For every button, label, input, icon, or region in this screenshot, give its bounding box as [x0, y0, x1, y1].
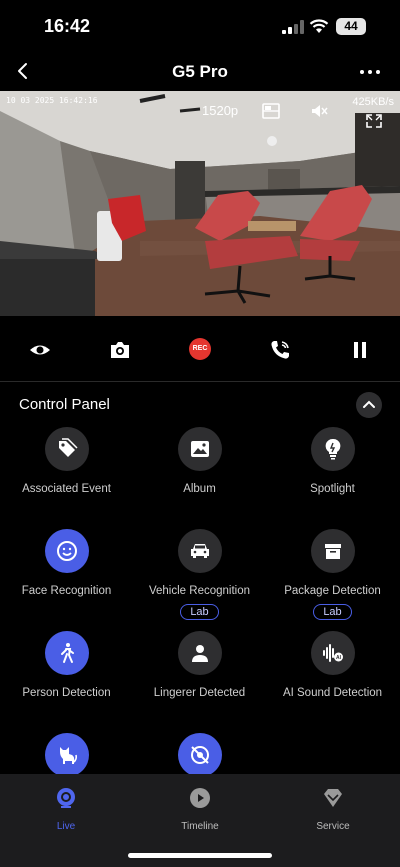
package-detection-label: Package Detection: [284, 585, 381, 597]
tags-icon: [58, 438, 78, 457]
video-timestamp: 10 03 2025 16:42:16: [6, 96, 98, 105]
resolution-selector[interactable]: 1520p: [202, 103, 238, 118]
album-label: Album: [183, 483, 216, 495]
face-recognition-button[interactable]: Face Recognition: [0, 529, 133, 597]
tab-live-label: Live: [56, 821, 76, 832]
tab-service-label: Service: [316, 821, 350, 832]
lab-badge: Lab: [180, 604, 219, 620]
play-circle-icon: [190, 788, 210, 808]
lightbulb-icon: [325, 438, 340, 460]
more-icon[interactable]: [358, 62, 382, 82]
status-time: 16:42: [44, 16, 91, 36]
video-toolbar: REC: [0, 330, 400, 370]
tab-live[interactable]: Live: [16, 786, 116, 832]
intercom-call-icon[interactable]: [268, 338, 292, 362]
status-bar: 16:42 44: [0, 0, 400, 54]
sound-wave-icon: AI: [322, 644, 343, 662]
face-recognition-label: Face Recognition: [21, 585, 112, 597]
fullscreen-icon[interactable]: [365, 113, 383, 129]
ai-sound-detection-label: AI Sound Detection: [282, 687, 383, 699]
tab-timeline-label: Timeline: [181, 821, 219, 832]
person-icon: [191, 645, 208, 662]
privacy-mode-button[interactable]: [133, 733, 266, 777]
home-indicator: [128, 853, 272, 858]
collapse-button[interactable]: [356, 392, 382, 418]
camera-scene-image: [0, 91, 400, 316]
page-title: G5 Pro: [172, 62, 228, 81]
spotlight-button[interactable]: Spotlight: [266, 427, 399, 495]
vehicle-recognition-button[interactable]: Vehicle Recognition Lab: [133, 529, 266, 620]
lingerer-detected-button[interactable]: Lingerer Detected: [133, 631, 266, 699]
wifi-icon: [309, 19, 329, 33]
diamond-icon: [324, 789, 342, 807]
package-detection-button[interactable]: Package Detection Lab: [266, 529, 399, 620]
privacy-off-icon: [190, 746, 209, 764]
mute-icon[interactable]: [310, 103, 328, 119]
live-video-feed[interactable]: 10 03 2025 16:42:16 1520p 425KB/s: [0, 91, 400, 316]
record-button[interactable]: REC: [189, 338, 211, 360]
walking-person-icon: [60, 643, 74, 663]
tab-timeline[interactable]: Timeline: [150, 786, 250, 832]
associated-event-button[interactable]: Associated Event: [0, 427, 133, 495]
eye-icon[interactable]: [28, 338, 52, 362]
vehicle-recognition-label: Vehicle Recognition: [148, 585, 250, 597]
layout-icon[interactable]: [262, 103, 280, 119]
ai-sound-detection-button[interactable]: AI AI Sound Detection: [266, 631, 399, 699]
nav-bar: G5 Pro: [0, 54, 400, 90]
album-button[interactable]: Album: [133, 427, 266, 495]
associated-event-label: Associated Event: [22, 483, 111, 495]
chevron-up-icon: [363, 400, 375, 408]
svg-text:AI: AI: [336, 655, 342, 661]
camera-lens-icon: [57, 788, 75, 808]
spotlight-label: Spotlight: [310, 483, 355, 495]
pet-detection-button[interactable]: [0, 733, 133, 777]
cat-icon: [59, 747, 77, 764]
control-panel-title: Control Panel: [19, 396, 110, 413]
package-icon: [324, 544, 341, 559]
person-detection-label: Person Detection: [22, 687, 111, 699]
car-icon: [190, 544, 209, 558]
image-icon: [190, 441, 209, 457]
person-detection-button[interactable]: Person Detection: [0, 631, 133, 699]
lingerer-detected-label: Lingerer Detected: [153, 687, 246, 699]
camera-icon[interactable]: [108, 338, 132, 362]
tab-service[interactable]: Service: [283, 786, 383, 832]
section-divider: [0, 381, 400, 382]
bitrate-readout: 425KB/s: [352, 96, 394, 108]
battery-indicator: 44: [336, 18, 366, 35]
smiley-icon: [56, 541, 77, 561]
pause-icon[interactable]: [348, 338, 372, 362]
lab-badge: Lab: [313, 604, 352, 620]
signal-icon: [282, 20, 304, 34]
